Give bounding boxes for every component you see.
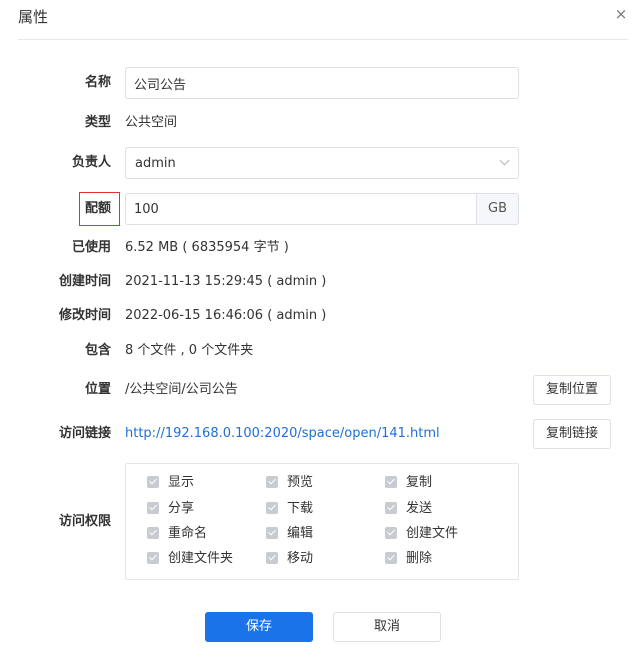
perm-checkbox-delete[interactable]: 删除: [385, 549, 432, 569]
modified-label: 修改时间: [58, 308, 111, 323]
perm-label: 分享: [168, 501, 195, 516]
quota-input[interactable]: [125, 193, 477, 225]
save-button[interactable]: 保存: [205, 612, 313, 642]
checkmark-icon: [385, 526, 397, 539]
perm-label: 发送: [406, 501, 433, 516]
perm-checkbox-move[interactable]: 移动: [266, 549, 313, 569]
perm-label: 删除: [406, 551, 433, 566]
checkmark-icon: [266, 475, 278, 488]
properties-dialog: 属性 × 名称 类型 公共空间 负责人 admin 配额 GB 已使用 6.52…: [0, 0, 644, 663]
header-divider: [18, 39, 628, 40]
dialog-title: 属性: [18, 8, 49, 26]
perm-checkbox-show[interactable]: 显示: [147, 473, 194, 493]
cancel-button[interactable]: 取消: [333, 612, 441, 642]
quota-input-group: GB: [125, 193, 519, 225]
perm-checkbox-preview[interactable]: 预览: [266, 473, 313, 493]
perm-checkbox-send[interactable]: 发送: [385, 499, 432, 519]
permissions-label: 访问权限: [58, 514, 111, 529]
perm-checkbox-copy[interactable]: 复制: [385, 473, 432, 493]
contains-label: 包含: [84, 343, 111, 358]
created-value: 2021-11-13 15:29:45 ( admin ): [125, 274, 327, 289]
perm-label: 下载: [287, 501, 314, 516]
checkmark-icon: [147, 526, 159, 539]
link-label: 访问链接: [58, 426, 111, 441]
checkmark-icon: [266, 526, 278, 539]
perm-checkbox-rename[interactable]: 重命名: [147, 524, 207, 544]
perm-checkbox-create-folder[interactable]: 创建文件夹: [147, 549, 233, 569]
perm-label: 创建文件夹: [168, 551, 234, 566]
created-label: 创建时间: [58, 274, 111, 289]
perm-label: 创建文件: [406, 526, 459, 541]
owner-selected-value: admin: [135, 156, 176, 171]
used-value: 6.52 MB ( 6835954 字节 ): [125, 240, 289, 255]
owner-select[interactable]: admin: [125, 147, 519, 179]
perm-label: 重命名: [168, 526, 208, 541]
perm-label: 显示: [168, 475, 195, 490]
checkmark-icon: [385, 551, 397, 564]
quota-label-highlight: [79, 192, 120, 226]
checkmark-icon: [147, 551, 159, 564]
checkmark-icon: [147, 475, 159, 488]
perm-checkbox-edit[interactable]: 编辑: [266, 524, 313, 544]
copy-location-button[interactable]: 复制位置: [533, 375, 611, 405]
type-label: 类型: [84, 115, 111, 130]
checkmark-icon: [385, 475, 397, 488]
used-label: 已使用: [71, 240, 111, 255]
copy-link-button[interactable]: 复制链接: [533, 419, 611, 449]
perm-label: 移动: [287, 551, 314, 566]
owner-label: 负责人: [71, 155, 111, 170]
location-label: 位置: [84, 382, 111, 397]
perm-label: 复制: [406, 475, 433, 490]
checkmark-icon: [266, 551, 278, 564]
modified-value: 2022-06-15 16:46:06 ( admin ): [125, 308, 327, 323]
perm-label: 编辑: [287, 526, 314, 541]
permissions-panel: 显示 预览 复制 分享 下载 发送 重命名 编辑 创建文件 创建文件夹 移动 删…: [125, 463, 519, 580]
quota-unit: GB: [476, 193, 519, 225]
perm-checkbox-share[interactable]: 分享: [147, 499, 194, 519]
checkmark-icon: [147, 501, 159, 514]
checkmark-icon: [385, 501, 397, 514]
access-link[interactable]: http://192.168.0.100:2020/space/open/141…: [125, 424, 440, 444]
perm-label: 预览: [287, 475, 314, 490]
name-input[interactable]: [125, 67, 519, 99]
perm-checkbox-create-file[interactable]: 创建文件: [385, 524, 458, 544]
close-icon[interactable]: ×: [612, 5, 630, 23]
chevron-down-icon: [499, 155, 510, 166]
location-value: /公共空间/公司公告: [125, 382, 238, 397]
perm-checkbox-download[interactable]: 下载: [266, 499, 313, 519]
contains-value: 8 个文件 , 0 个文件夹: [125, 343, 254, 358]
type-value: 公共空间: [125, 115, 178, 130]
name-label: 名称: [84, 75, 111, 90]
checkmark-icon: [266, 501, 278, 514]
